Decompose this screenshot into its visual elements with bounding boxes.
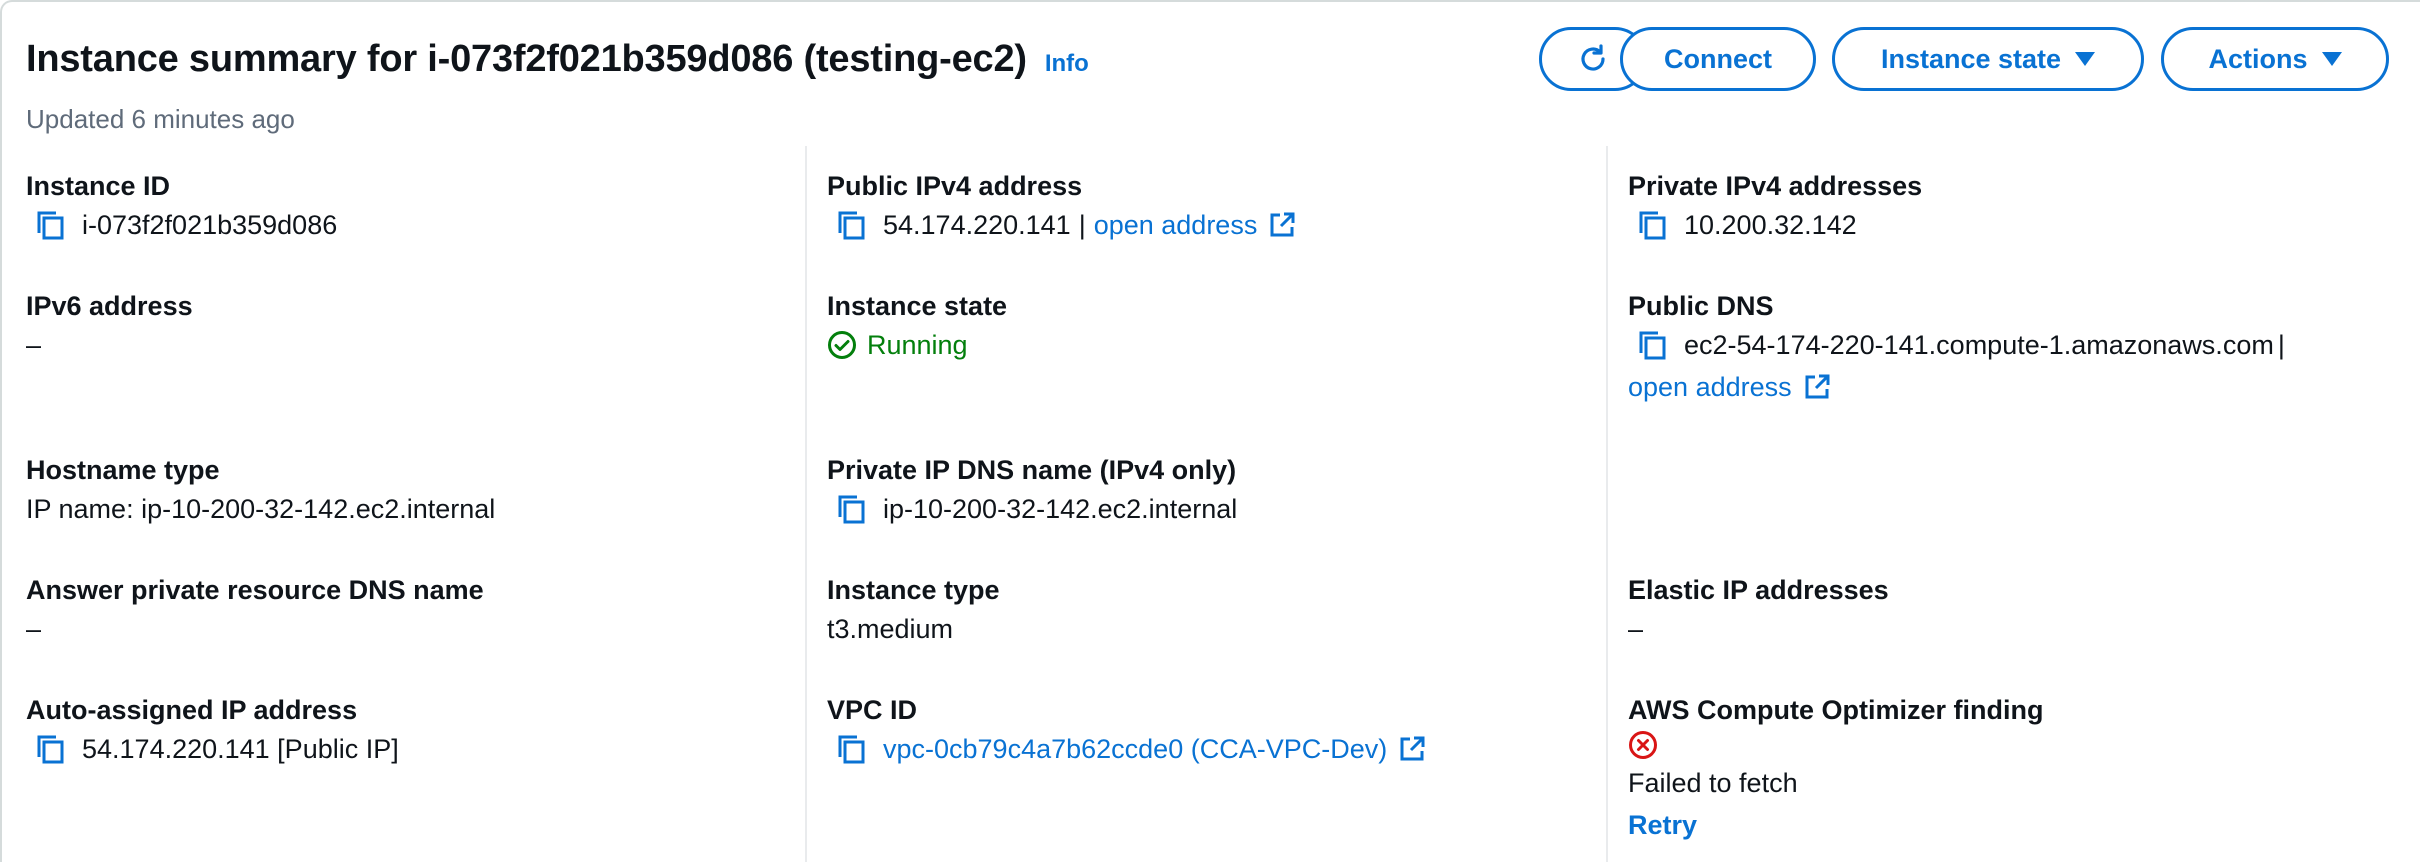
public-ipv4-value: 54.174.220.141 [883, 210, 1071, 240]
separator: | [1078, 210, 1086, 240]
refresh-icon [1575, 41, 1611, 77]
ipv6-value: – [26, 330, 42, 360]
instance-state-dropdown[interactable]: Instance state [1832, 27, 2144, 91]
field-ipv6: IPv6 address – [26, 290, 193, 364]
connect-button[interactable]: Connect [1620, 27, 1816, 91]
instance-type-value: t3.medium [827, 614, 954, 644]
copy-icon[interactable] [34, 733, 66, 765]
copy-icon[interactable] [1636, 329, 1668, 361]
hostname-type-value: IP name: ip-10-200-32-142.ec2.internal [26, 494, 496, 524]
instance-id-value: i-073f2f021b359d086 [82, 210, 338, 240]
caret-down-icon [2321, 52, 2342, 66]
copy-icon[interactable] [34, 209, 66, 241]
field-label: Private IP DNS name (IPv4 only) [827, 455, 1237, 485]
copy-icon[interactable] [1636, 209, 1668, 241]
vpc-id-link[interactable]: vpc-0cb79c4a7b62ccde0 (CCA-VPC-Dev) [883, 730, 1387, 768]
elastic-ip-value: – [1628, 614, 1644, 644]
field-label: Hostname type [26, 455, 220, 485]
title-row: Instance summary for i-073f2f021b359d086… [26, 38, 1089, 81]
page-title: Instance summary for i-073f2f021b359d086… [26, 38, 1027, 80]
field-label: Elastic IP addresses [1628, 575, 1889, 605]
caret-down-icon [2075, 52, 2096, 66]
field-label: Private IPv4 addresses [1628, 171, 1923, 201]
field-public-dns: Public DNS ec2-54-174-220-141.compute-1.… [1628, 290, 2285, 406]
field-label: Answer private resource DNS name [26, 575, 484, 605]
field-instance-state: Instance state Running [827, 290, 1007, 364]
field-public-ipv4: Public IPv4 address 54.174.220.141 | ope… [827, 170, 1297, 244]
field-label: IPv6 address [26, 291, 193, 321]
open-address-link[interactable]: open address [1628, 368, 1792, 406]
private-dns-value: ip-10-200-32-142.ec2.internal [883, 494, 1238, 524]
field-label: Auto-assigned IP address [26, 695, 358, 725]
field-answer-private-dns: Answer private resource DNS name – [26, 574, 484, 648]
field-label: Instance state [827, 291, 1008, 321]
external-link-icon[interactable] [1267, 210, 1297, 240]
field-compute-optimizer: AWS Compute Optimizer finding Failed to … [1628, 694, 2043, 844]
updated-timestamp: Updated 6 minutes ago [26, 104, 295, 134]
column-divider [805, 146, 807, 862]
field-hostname-type: Hostname type IP name: ip-10-200-32-142.… [26, 454, 495, 528]
auto-ip-value: 54.174.220.141 [Public IP] [82, 734, 399, 764]
copy-icon[interactable] [835, 209, 867, 241]
instance-state-value: Running [867, 330, 968, 360]
info-link[interactable]: Info [1045, 50, 1089, 78]
private-ipv4-value: 10.200.32.142 [1684, 210, 1857, 240]
external-link-icon[interactable] [1397, 734, 1427, 764]
retry-link[interactable]: Retry [1628, 806, 2043, 844]
external-link-icon[interactable] [1802, 372, 1832, 402]
field-label: Public DNS [1628, 291, 1774, 321]
connect-label: Connect [1664, 43, 1772, 74]
field-private-ipv4: Private IPv4 addresses 10.200.32.142 [1628, 170, 1922, 244]
copy-icon[interactable] [835, 733, 867, 765]
field-label: AWS Compute Optimizer finding [1628, 695, 2044, 725]
error-circle-icon [1628, 730, 1658, 760]
public-dns-value: ec2-54-174-220-141.compute-1.amazonaws.c… [1684, 330, 2274, 360]
answer-dns-value: – [26, 614, 42, 644]
instance-state-label: Instance state [1880, 43, 2062, 74]
actions-dropdown[interactable]: Actions [2161, 27, 2389, 91]
open-address-link[interactable]: open address [1094, 206, 1258, 244]
field-auto-assigned-ip: Auto-assigned IP address 54.174.220.141 … [26, 694, 399, 768]
copy-icon[interactable] [835, 493, 867, 525]
field-vpc-id: VPC ID vpc-0cb79c4a7b62ccde0 (CCA-VPC-De… [827, 694, 1427, 768]
column-divider [1606, 146, 1608, 862]
field-label: VPC ID [827, 695, 918, 725]
field-elastic-ip: Elastic IP addresses – [1628, 574, 1889, 648]
field-instance-id: Instance ID i-073f2f021b359d086 [26, 170, 337, 244]
field-private-ip-dns: Private IP DNS name (IPv4 only) ip-10-20… [827, 454, 1237, 528]
field-label: Instance type [827, 575, 1000, 605]
separator: | [2277, 330, 2285, 360]
field-instance-type: Instance type t3.medium [827, 574, 1000, 648]
actions-label: Actions [2208, 43, 2308, 74]
check-circle-icon [827, 330, 857, 360]
field-label: Instance ID [26, 171, 171, 201]
optimizer-status: Failed to fetch [1628, 768, 1798, 798]
field-label: Public IPv4 address [827, 171, 1083, 201]
